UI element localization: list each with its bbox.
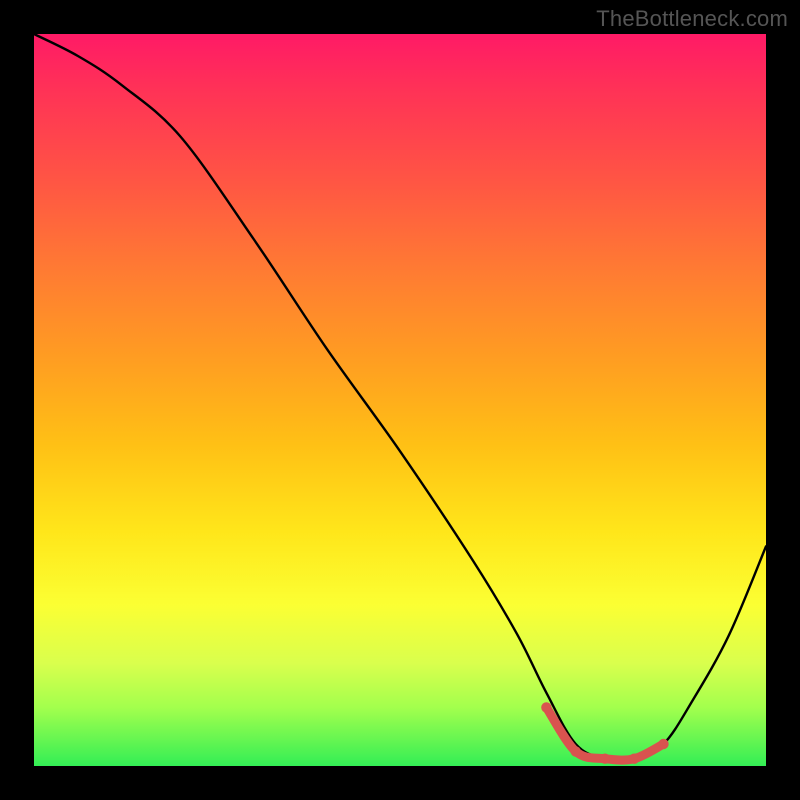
chart-plot-area (34, 34, 766, 766)
attribution-watermark: TheBottleneck.com (596, 6, 788, 32)
optimal-band-dot (600, 754, 610, 764)
chart-svg (34, 34, 766, 766)
chart-frame: TheBottleneck.com (0, 0, 800, 800)
bottleneck-curve-line (34, 34, 766, 761)
optimal-band-dot (629, 754, 639, 764)
optimal-band-line (546, 707, 663, 760)
optimal-band-dot (571, 746, 581, 756)
optimal-band-dot (541, 702, 551, 712)
optimal-band-dot (658, 739, 668, 749)
